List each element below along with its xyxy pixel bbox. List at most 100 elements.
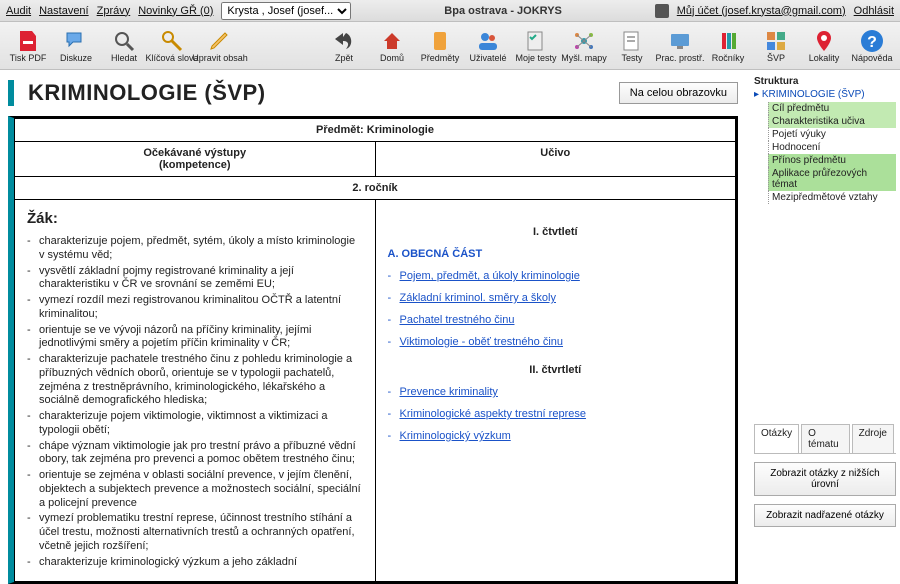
document-header: KRIMINOLOGIE (ŠVP) Na celou obrazovku xyxy=(8,80,738,106)
topic-link[interactable]: Pojem, předmět, a úkoly kriminologie xyxy=(400,270,580,282)
toolbar-left-group: Tisk PDF Diskuze Hledat Klíčová slova Up… xyxy=(4,24,244,68)
topic-link[interactable]: Pachatel trestného činu xyxy=(400,314,515,326)
list-item: charakterizuje pojem, předmět, sytém, úk… xyxy=(27,235,363,263)
outcomes-cell: Žák: charakterizuje pojem, předmět, syté… xyxy=(15,200,376,582)
pdf-icon xyxy=(16,29,40,53)
show-parent-questions-button[interactable]: Zobrazit nadřazené otázky xyxy=(754,504,896,527)
structure-title: Struktura xyxy=(754,76,896,87)
toolbar: Tisk PDF Diskuze Hledat Klíčová slova Up… xyxy=(0,22,900,70)
domu-button[interactable]: Domů xyxy=(368,24,416,68)
topic-link[interactable]: Kriminologický výzkum xyxy=(400,430,511,442)
tisk-pdf-button[interactable]: Tisk PDF xyxy=(4,24,52,68)
tree-item[interactable]: Aplikace průřezových témat xyxy=(768,167,896,191)
toolbar-right-group: Zpět Domů Předměty Uživatelé Moje testy … xyxy=(320,24,896,68)
workspace-icon xyxy=(668,29,692,53)
fullscreen-button[interactable]: Na celou obrazovku xyxy=(619,82,738,104)
years-icon xyxy=(716,29,740,53)
content-wrap: KRIMINOLOGIE (ŠVP) Na celou obrazovku Př… xyxy=(0,70,900,584)
topics-q1-list: Pojem, předmět, a úkoly kriminologie Zák… xyxy=(388,270,724,348)
list-item: vymezí problematiku trestní represe, úči… xyxy=(27,512,363,553)
list-item: Kriminologické aspekty trestní represe xyxy=(388,408,724,420)
list-item: Pachatel trestného činu xyxy=(388,314,724,326)
list-item: Pojem, předmět, a úkoly kriminologie xyxy=(388,270,724,282)
topic-link[interactable]: Viktimologie - oběť trestného činu xyxy=(400,336,564,348)
mytests-icon xyxy=(524,29,548,53)
tree-item[interactable]: Přínos předmětu xyxy=(768,154,896,167)
list-item: orientuje se zejména v oblasti sociální … xyxy=(27,469,363,510)
tree-root[interactable]: ▸ KRIMINOLOGIE (ŠVP) xyxy=(754,89,896,100)
outcomes-list: charakterizuje pojem, předmět, sytém, úk… xyxy=(27,235,363,569)
list-item: Prevence kriminality xyxy=(388,386,724,398)
topics-q2-list: Prevence kriminality Kriminologické aspe… xyxy=(388,386,724,442)
zpet-button[interactable]: Zpět xyxy=(320,24,368,68)
mindmap-icon xyxy=(572,29,596,53)
curriculum-table: Předmět: Kriminologie Očekávané výstupy … xyxy=(14,118,736,582)
diskuze-button[interactable]: Diskuze xyxy=(52,24,100,68)
tree-item[interactable]: Cíl předmětu xyxy=(768,102,896,115)
gear-icon[interactable] xyxy=(655,4,669,18)
tree-item[interactable]: Charakteristika učiva xyxy=(768,115,896,128)
predmety-button[interactable]: Předměty xyxy=(416,24,464,68)
tab-sources[interactable]: Zdroje xyxy=(852,424,894,453)
tree-item[interactable]: Pojetí výuky xyxy=(768,128,896,141)
list-item: chápe význam viktimologie jak pro trestn… xyxy=(27,440,363,468)
topic-link[interactable]: Kriminologické aspekty trestní represe xyxy=(400,408,586,420)
svp-icon xyxy=(764,29,788,53)
zak-heading: Žák: xyxy=(27,210,363,227)
list-item: vysvětlí základní pojmy registrované kri… xyxy=(27,265,363,293)
tree-item[interactable]: Hodnocení xyxy=(768,141,896,154)
search-icon xyxy=(112,29,136,53)
curriculum-cell: I. čtvtletí A. OBECNÁ ČÁST Pojem, předmě… xyxy=(375,200,736,582)
mysl-mapy-button[interactable]: Myšl. mapy xyxy=(560,24,608,68)
list-item: vymezí rozdíl mezi registrovanou krimina… xyxy=(27,294,363,322)
users-icon xyxy=(476,29,500,53)
hledat-button[interactable]: Hledat xyxy=(100,24,148,68)
uzivatele-button[interactable]: Uživatelé xyxy=(464,24,512,68)
klicova-slova-button[interactable]: Klíčová slova xyxy=(148,24,196,68)
logout-link[interactable]: Odhlásit xyxy=(854,5,894,17)
napoveda-button[interactable]: ?Nápověda xyxy=(848,24,896,68)
discuss-icon xyxy=(64,29,88,53)
moje-testy-button[interactable]: Moje testy xyxy=(512,24,560,68)
testy-button[interactable]: Testy xyxy=(608,24,656,68)
subjects-icon xyxy=(428,29,452,53)
app-title: Bpa ostrava - JOKRYS xyxy=(357,5,648,17)
lokality-button[interactable]: Lokality xyxy=(800,24,848,68)
back-icon xyxy=(332,29,356,53)
tests-icon xyxy=(620,29,644,53)
show-lower-questions-button[interactable]: Zobrazit otázky z nižších úrovní xyxy=(754,462,896,496)
page-title: KRIMINOLOGIE (ŠVP) xyxy=(28,80,266,106)
topic-link[interactable]: Základní kriminol. směry a školy xyxy=(400,292,557,304)
topbar-settings-link[interactable]: Nastavení xyxy=(39,5,89,17)
svg-text:?: ? xyxy=(867,34,877,51)
quarter2-heading: II. čtvrtletí xyxy=(388,364,724,376)
topbar-news-link[interactable]: Novinky GŘ (0) xyxy=(138,5,213,17)
sidebar-tabs: Otázky O tématu Zdroje xyxy=(754,424,896,454)
structure-tree: ▸ KRIMINOLOGIE (ŠVP) Cíl předmětu Charak… xyxy=(754,89,896,204)
upravit-obsah-button[interactable]: Upravit obsah xyxy=(196,24,244,68)
prac-prostr-button[interactable]: Prac. prostř. xyxy=(656,24,704,68)
user-select[interactable]: Krysta , Josef (josef... xyxy=(221,2,351,20)
quarter1-heading: I. čtvtletí xyxy=(388,226,724,238)
sidebar: Struktura ▸ KRIMINOLOGIE (ŠVP) Cíl předm… xyxy=(750,70,900,584)
svp-button[interactable]: ŠVP xyxy=(752,24,800,68)
topbar-left: Audit Nastavení Zprávy Novinky GŘ (0) Kr… xyxy=(6,2,351,20)
list-item: Základní kriminol. směry a školy xyxy=(388,292,724,304)
pencil-icon xyxy=(208,29,232,53)
document-table-wrapper: Předmět: Kriminologie Očekávané výstupy … xyxy=(8,116,738,584)
help-icon: ? xyxy=(860,29,884,53)
topbar: Audit Nastavení Zprávy Novinky GŘ (0) Kr… xyxy=(0,0,900,22)
rocniky-button[interactable]: Ročníky xyxy=(704,24,752,68)
tab-about[interactable]: O tématu xyxy=(801,424,850,453)
topbar-right: Můj účet (josef.krysta@gmail.com) Odhlás… xyxy=(655,4,894,18)
my-account-link[interactable]: Můj účet (josef.krysta@gmail.com) xyxy=(677,5,846,17)
tab-questions[interactable]: Otázky xyxy=(754,424,799,453)
topbar-messages-link[interactable]: Zprávy xyxy=(97,5,131,17)
map-pin-icon xyxy=(812,29,836,53)
subject-row: Předmět: Kriminologie xyxy=(15,119,736,142)
topbar-audit-link[interactable]: Audit xyxy=(6,5,31,17)
key-icon xyxy=(160,29,184,53)
col-header-curriculum: Učivo xyxy=(375,142,736,177)
tree-item[interactable]: Mezipředmětové vztahy xyxy=(768,191,896,204)
topic-link[interactable]: Prevence kriminality xyxy=(400,386,498,398)
